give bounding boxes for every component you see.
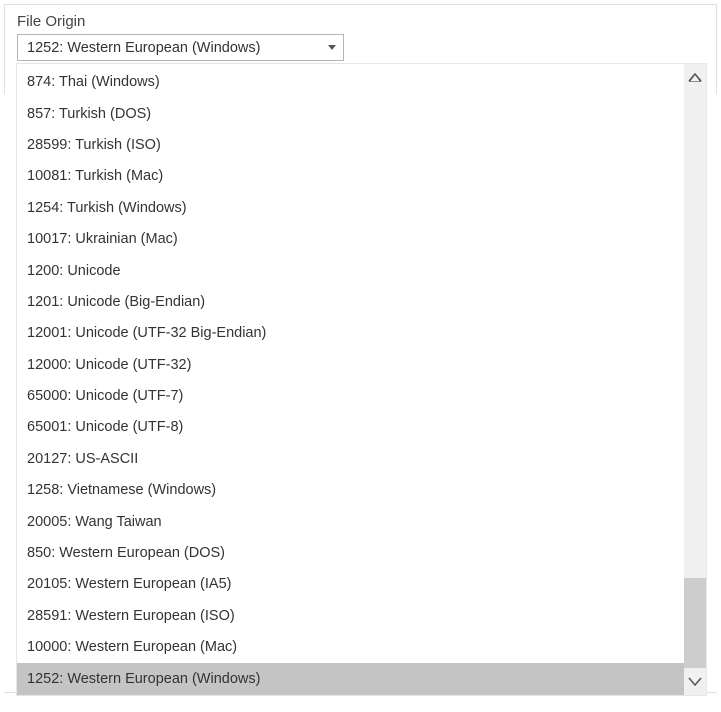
dropdown-option[interactable]: 12001: Unicode (UTF-32 Big-Endian) [17, 318, 684, 349]
dropdown-option[interactable]: 857: Turkish (DOS) [17, 98, 684, 129]
dropdown-option[interactable]: 65000: Unicode (UTF-7) [17, 381, 684, 412]
scroll-thumb[interactable] [684, 578, 706, 668]
scroll-track[interactable] [684, 91, 706, 668]
dropdown-option[interactable]: 1201: Unicode (Big-Endian) [17, 287, 684, 318]
dropdown-arrow-icon [327, 43, 337, 53]
dropdown-option[interactable]: 12000: Unicode (UTF-32) [17, 350, 684, 381]
dropdown-option[interactable]: 850: Western European (DOS) [17, 538, 684, 569]
dropdown-option[interactable]: 1252: Western European (Windows) [17, 663, 684, 694]
dropdown-option[interactable]: 28591: Western European (ISO) [17, 601, 684, 632]
file-origin-dropdown: 874: Thai (Windows)857: Turkish (DOS)285… [16, 63, 707, 696]
dropdown-option[interactable]: 20105: Western European (IA5) [17, 569, 684, 600]
scroll-down-button[interactable] [684, 668, 706, 695]
dropdown-option[interactable]: 10000: Western European (Mac) [17, 632, 684, 663]
dropdown-option[interactable]: 1254: Turkish (Windows) [17, 193, 684, 224]
dropdown-option[interactable]: 20005: Wang Taiwan [17, 506, 684, 537]
scrollbar [684, 64, 706, 695]
dropdown-list[interactable]: 874: Thai (Windows)857: Turkish (DOS)285… [17, 64, 684, 695]
scroll-up-button[interactable] [684, 64, 706, 91]
file-origin-select[interactable]: 1252: Western European (Windows) [17, 34, 344, 61]
field-label: File Origin [17, 13, 704, 30]
dropdown-option[interactable]: 65001: Unicode (UTF-8) [17, 412, 684, 443]
select-value: 1252: Western European (Windows) [27, 40, 260, 56]
dropdown-option[interactable]: 10017: Ukrainian (Mac) [17, 224, 684, 255]
dropdown-option[interactable]: 28599: Turkish (ISO) [17, 130, 684, 161]
dropdown-option[interactable]: 1258: Vietnamese (Windows) [17, 475, 684, 506]
dropdown-option[interactable]: 874: Thai (Windows) [17, 67, 684, 98]
dropdown-option[interactable]: 10081: Turkish (Mac) [17, 161, 684, 192]
dropdown-option[interactable]: 1200: Unicode [17, 255, 684, 286]
dropdown-option[interactable]: 20127: US-ASCII [17, 444, 684, 475]
